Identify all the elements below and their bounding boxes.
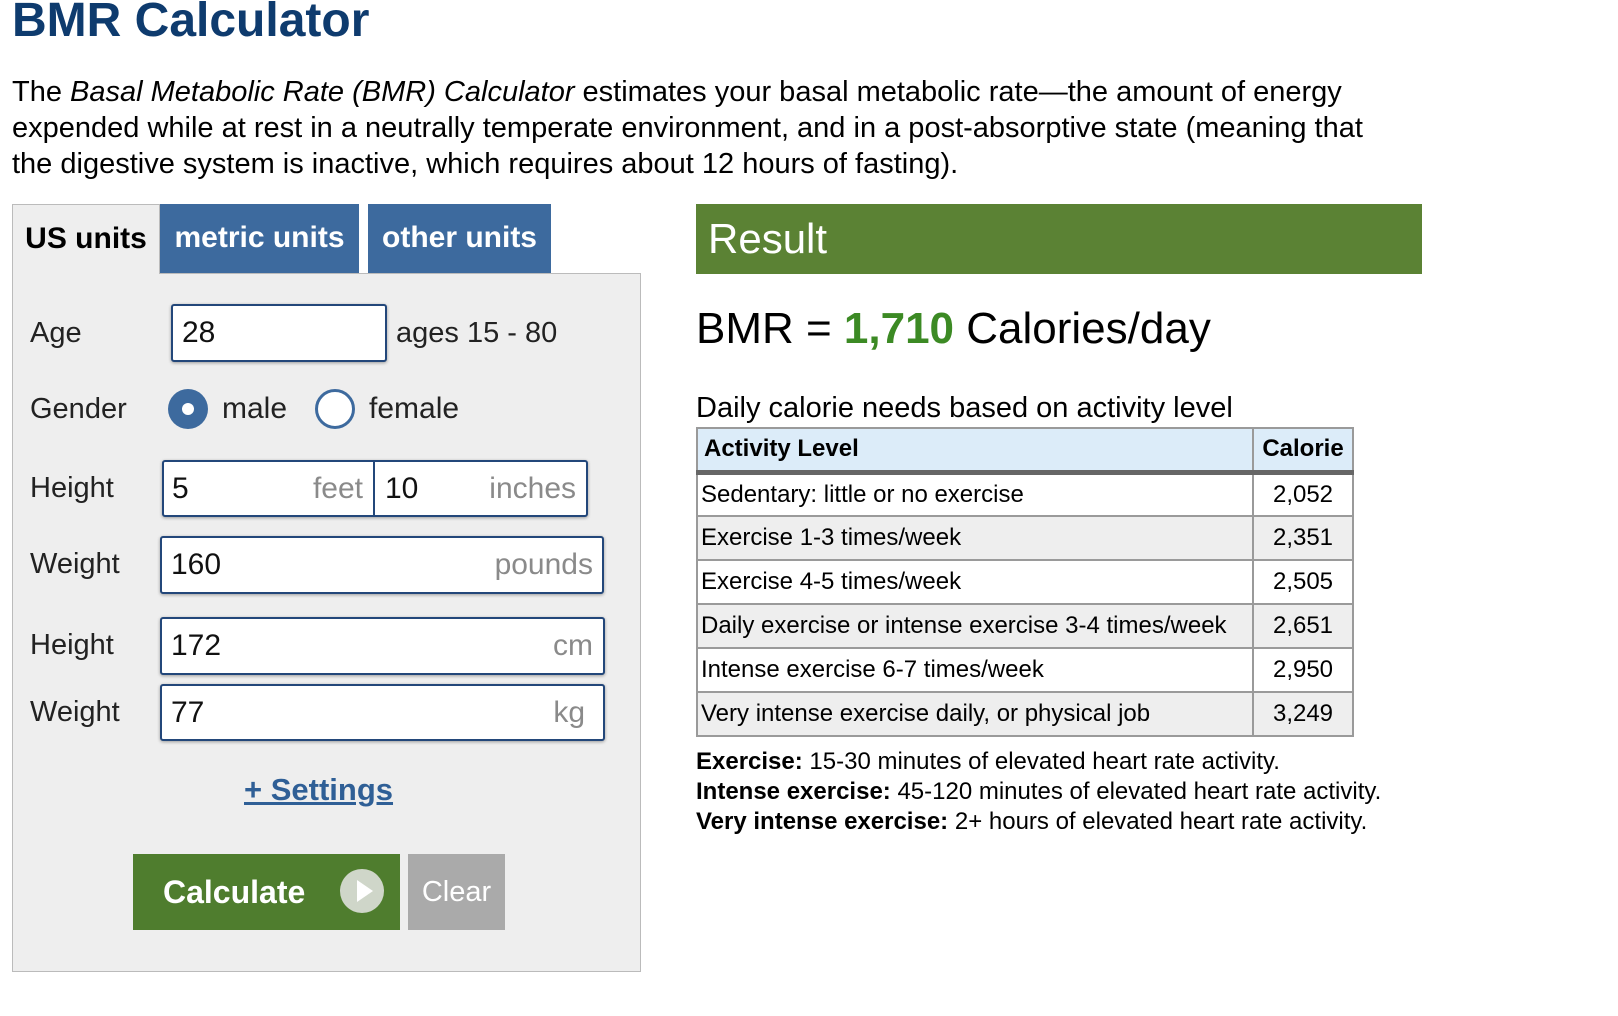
activity-cell: Sedentary: little or no exercise bbox=[696, 471, 1254, 517]
table-row: Daily exercise or intense exercise 3-4 t… bbox=[696, 603, 1354, 649]
age-label: Age bbox=[30, 317, 82, 349]
note-term: Intense exercise: bbox=[696, 778, 891, 805]
calorie-cell: 3,249 bbox=[1252, 691, 1354, 737]
weight-kg-input[interactable] bbox=[162, 686, 603, 739]
weight-metric-field: kg bbox=[160, 684, 605, 741]
calorie-cell: 2,505 bbox=[1252, 559, 1354, 605]
weight-metric-label: Weight bbox=[30, 696, 120, 728]
calorie-cell: 2,950 bbox=[1252, 647, 1354, 693]
gender-option-male[interactable]: male bbox=[222, 391, 287, 427]
note-text: 2+ hours of elevated heart rate activity… bbox=[948, 808, 1368, 835]
table-row: Exercise 4-5 times/week 2,505 bbox=[696, 559, 1354, 605]
clear-button[interactable]: Clear bbox=[408, 854, 505, 930]
activity-cell: Daily exercise or intense exercise 3-4 t… bbox=[696, 603, 1254, 649]
activity-cell: Intense exercise 6-7 times/week bbox=[696, 647, 1254, 693]
tab-metric-units[interactable]: metric units bbox=[160, 204, 359, 273]
bmr-result: BMR = 1,710 Calories/day bbox=[696, 302, 1211, 356]
weight-pounds-unit: pounds bbox=[494, 548, 593, 581]
tab-other-units[interactable]: other units bbox=[368, 204, 551, 273]
calorie-cell: 2,351 bbox=[1252, 515, 1354, 561]
page-title: BMR Calculator bbox=[12, 0, 370, 47]
height-metric-label: Height bbox=[30, 629, 114, 661]
calorie-cell: 2,052 bbox=[1252, 471, 1354, 517]
height-cm-input[interactable] bbox=[162, 619, 603, 673]
tab-us-units[interactable]: US units bbox=[12, 204, 160, 274]
bmr-value: 1,710 bbox=[843, 304, 955, 353]
table-header-row: Activity Level Calorie bbox=[696, 427, 1354, 475]
weight-us-field: pounds bbox=[160, 536, 604, 594]
calculate-button-label: Calculate bbox=[163, 874, 306, 910]
weight-label: Weight bbox=[30, 548, 120, 580]
calorie-needs-table: Activity Level Calorie Sedentary: little… bbox=[696, 427, 1354, 737]
column-header-activity: Activity Level bbox=[696, 427, 1254, 475]
height-us-field: feet inches bbox=[162, 460, 588, 517]
note-very-intense-exercise: Very intense exercise: 2+ hours of eleva… bbox=[696, 807, 1381, 837]
radio-unselected-icon[interactable] bbox=[315, 389, 355, 429]
activity-cell: Very intense exercise daily, or physical… bbox=[696, 691, 1254, 737]
calorie-cell: 2,651 bbox=[1252, 603, 1354, 649]
height-label: Height bbox=[30, 472, 114, 504]
height-inches-unit: inches bbox=[489, 472, 576, 505]
age-field bbox=[171, 304, 387, 362]
result-header: Result bbox=[696, 204, 1422, 274]
note-intense-exercise: Intense exercise: 45-120 minutes of elev… bbox=[696, 777, 1381, 807]
gender-option-female[interactable]: female bbox=[369, 391, 459, 427]
calorie-table-caption: Daily calorie needs based on activity le… bbox=[696, 392, 1233, 424]
note-exercise: Exercise: 15-30 minutes of elevated hear… bbox=[696, 747, 1381, 777]
bmr-unit: Calories/day bbox=[954, 304, 1211, 353]
weight-kg-unit: kg bbox=[553, 696, 585, 729]
note-text: 45-120 minutes of elevated heart rate ac… bbox=[890, 778, 1382, 805]
settings-link[interactable]: + Settings bbox=[244, 771, 393, 809]
column-header-calorie: Calorie bbox=[1252, 427, 1354, 475]
age-range-hint: ages 15 - 80 bbox=[396, 317, 558, 349]
activity-cell: Exercise 1-3 times/week bbox=[696, 515, 1254, 561]
note-term: Very intense exercise: bbox=[696, 808, 949, 835]
gender-label: Gender bbox=[30, 393, 127, 425]
exercise-definitions: Exercise: 15-30 minutes of elevated hear… bbox=[696, 747, 1381, 837]
table-row: Intense exercise 6-7 times/week 2,950 bbox=[696, 647, 1354, 693]
note-term: Exercise: bbox=[696, 748, 803, 775]
intro-calculator-name: Basal Metabolic Rate (BMR) Calculator bbox=[70, 76, 575, 108]
table-row: Exercise 1-3 times/week 2,351 bbox=[696, 515, 1354, 561]
height-metric-field: cm bbox=[160, 617, 605, 675]
radio-selected-icon[interactable] bbox=[168, 389, 208, 429]
intro-text-start: The bbox=[12, 76, 71, 108]
note-text: 15-30 minutes of elevated heart rate act… bbox=[802, 748, 1280, 775]
height-cm-unit: cm bbox=[553, 629, 593, 662]
table-row: Sedentary: little or no exercise 2,052 bbox=[696, 471, 1354, 517]
age-input[interactable] bbox=[173, 306, 385, 360]
table-row: Very intense exercise daily, or physical… bbox=[696, 691, 1354, 737]
activity-cell: Exercise 4-5 times/week bbox=[696, 559, 1254, 605]
bmr-prefix: BMR = bbox=[696, 304, 844, 353]
play-circle-icon bbox=[340, 869, 384, 913]
intro-paragraph: The Basal Metabolic Rate (BMR) Calculato… bbox=[12, 74, 1402, 182]
height-feet-unit: feet bbox=[312, 472, 363, 505]
calculate-button[interactable]: Calculate bbox=[133, 854, 400, 930]
